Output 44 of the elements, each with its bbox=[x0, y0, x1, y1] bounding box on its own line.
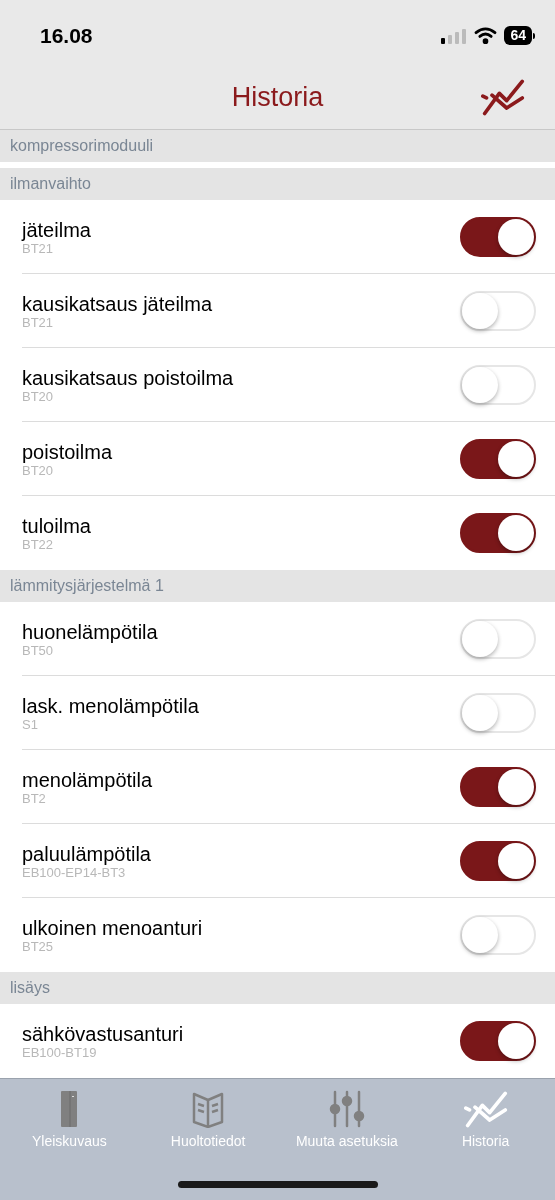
wifi-icon bbox=[474, 27, 498, 44]
battery-level: 64 bbox=[504, 26, 532, 45]
toggle-switch[interactable] bbox=[460, 767, 536, 807]
sensor-name: paluulämpötila bbox=[22, 842, 151, 866]
toggle-switch[interactable] bbox=[460, 439, 536, 479]
sensor-name: sähkövastusanturi bbox=[22, 1022, 184, 1046]
sensor-code: BT50 bbox=[22, 644, 55, 658]
sensor-code: EB100-BT19 bbox=[22, 1046, 98, 1060]
sensor-code: BT21 bbox=[22, 316, 55, 330]
sensor-code: BT2 bbox=[22, 792, 47, 806]
toggle-switch[interactable] bbox=[460, 513, 536, 553]
section-header: lämmitysjärjestelmä 1 bbox=[0, 570, 555, 602]
sensor-code: BT25 bbox=[22, 940, 55, 954]
cabinet-icon bbox=[60, 1090, 79, 1128]
section-header: lisäys bbox=[0, 972, 555, 1004]
book-icon bbox=[192, 1090, 225, 1128]
status-time: 16.08 bbox=[40, 22, 93, 49]
page-title: Historia bbox=[231, 80, 324, 114]
sensor-name: lask. menolämpötila bbox=[22, 694, 199, 718]
sensor-name: kausikatsaus jäteilma bbox=[22, 292, 213, 316]
tab-item[interactable]: Yleiskuvaus bbox=[0, 1089, 139, 1152]
tab-item[interactable]: Muuta asetuksia bbox=[277, 1089, 417, 1152]
tab-item[interactable]: Historia bbox=[416, 1089, 555, 1152]
sensor-name: kausikatsaus poistoilma bbox=[22, 366, 234, 390]
sensor-name: ulkoinen menoanturi bbox=[22, 916, 203, 940]
sensor-name: jäteilma bbox=[22, 218, 91, 242]
chart-icon[interactable] bbox=[481, 77, 525, 117]
sensor-code: BT20 bbox=[22, 464, 55, 478]
sensor-name: tuloilma bbox=[22, 514, 91, 538]
sensor-name: huonelämpötila bbox=[22, 620, 158, 644]
toggle-switch[interactable] bbox=[460, 217, 536, 257]
sensor-code: BT21 bbox=[22, 242, 55, 256]
tab-item[interactable]: Huoltotiedot bbox=[138, 1089, 278, 1152]
section-header: ilmanvaihto bbox=[0, 168, 555, 200]
toggle-switch[interactable] bbox=[460, 841, 536, 881]
section-header: kompressorimoduuli bbox=[0, 130, 555, 162]
sensor-code: EB100-EP14-BT3 bbox=[22, 866, 127, 880]
sensor-code: BT22 bbox=[22, 538, 55, 552]
sensor-name: poistoilma bbox=[22, 440, 113, 464]
sensor-name: menolämpötila bbox=[22, 768, 153, 792]
toggle-switch[interactable] bbox=[460, 1021, 536, 1061]
sensor-code: BT20 bbox=[22, 390, 55, 404]
signal-icon bbox=[441, 27, 468, 44]
sensor-code: S1 bbox=[22, 718, 39, 732]
